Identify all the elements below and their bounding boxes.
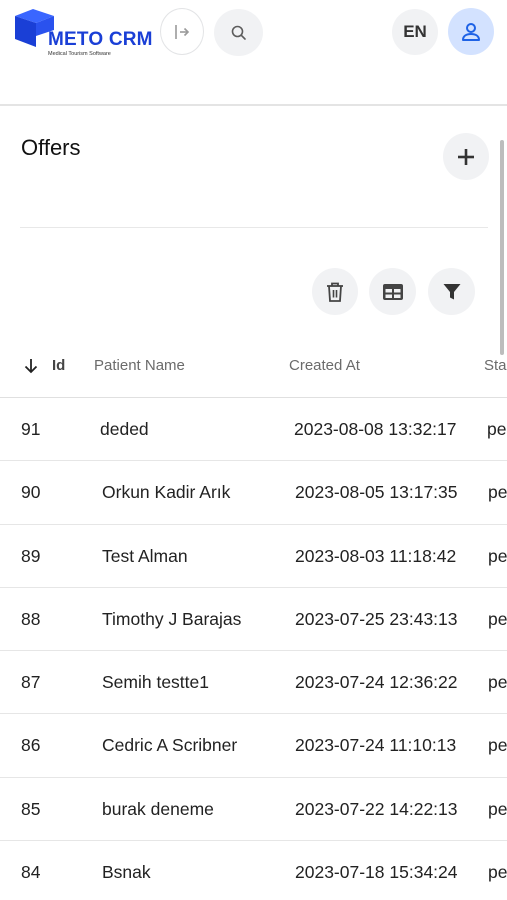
- columns-button[interactable]: [369, 268, 416, 315]
- cell-id: 85: [21, 798, 41, 819]
- table-row[interactable]: 89 Test Alman 2023-08-03 11:18:42 pe: [0, 525, 507, 588]
- language-label: EN: [403, 22, 427, 41]
- scrollbar[interactable]: [500, 140, 504, 355]
- table-row[interactable]: 87 Semih testte1 2023-07-24 12:36:22 pe: [0, 651, 507, 715]
- cell-patient-name: deded: [100, 419, 149, 439]
- collapse-sidebar-button[interactable]: [160, 8, 204, 55]
- table-header: Id Patient Name Created At Sta: [0, 335, 507, 398]
- delete-button[interactable]: [312, 268, 358, 315]
- cell-id: 88: [21, 608, 41, 629]
- table-row[interactable]: 86 Cedric A Scribner 2023-07-24 11:10:13…: [0, 714, 507, 778]
- cell-status: pe: [488, 608, 507, 629]
- filter-button[interactable]: [428, 268, 475, 315]
- cell-patient-name: Cedric A Scribner: [102, 735, 238, 756]
- column-header-created-at[interactable]: Created At: [289, 357, 360, 374]
- table-body: 91 deded 2023-08-08 13:32:17 pe 90 Orkun…: [0, 398, 507, 900]
- cell-id: 89: [21, 545, 41, 566]
- trash-icon: [327, 282, 343, 302]
- cell-created-at: 2023-07-24 12:36:22: [295, 672, 458, 693]
- cell-created-at: 2023-07-25 23:43:13: [295, 608, 458, 629]
- arrow-down-icon[interactable]: [22, 357, 40, 375]
- cell-created-at: 2023-07-22 14:22:13: [295, 798, 458, 819]
- cell-created-at: 2023-08-05 13:17:35: [295, 482, 458, 503]
- cell-status: pe: [488, 862, 507, 883]
- cell-patient-name: Orkun Kadir Arık: [102, 482, 231, 503]
- section-divider: [20, 227, 488, 228]
- column-header-patient-name[interactable]: Patient Name: [94, 357, 185, 374]
- cell-id: 87: [21, 672, 41, 693]
- column-header-id[interactable]: Id: [52, 357, 65, 374]
- logo[interactable]: METO CRM Medical Tourism Software: [12, 8, 154, 58]
- table-columns-icon: [382, 283, 403, 300]
- column-header-status[interactable]: Sta: [484, 357, 507, 374]
- cell-patient-name: Test Alman: [102, 545, 188, 566]
- cell-id: 90: [21, 482, 41, 503]
- cell-patient-name: Bsnak: [102, 862, 151, 883]
- cell-status: pe: [488, 798, 507, 819]
- table-row[interactable]: 84 Bsnak 2023-07-18 15:34:24 pe: [0, 841, 507, 900]
- plus-icon: [458, 148, 474, 165]
- cell-patient-name: burak deneme: [102, 798, 214, 819]
- cell-patient-name: Timothy J Barajas: [102, 608, 242, 629]
- page-title: Offers: [21, 135, 81, 160]
- app-header: METO CRM Medical Tourism Software EN: [0, 0, 507, 106]
- search-button[interactable]: [214, 9, 263, 56]
- cell-status: pe: [488, 735, 507, 756]
- logo-subtitle: Medical Tourism Software: [48, 51, 111, 57]
- cell-created-at: 2023-08-03 11:18:42: [295, 545, 457, 566]
- table-row[interactable]: 90 Orkun Kadir Arık 2023-08-05 13:17:35 …: [0, 461, 507, 525]
- cell-created-at: 2023-07-24 11:10:13: [295, 735, 457, 756]
- cell-id: 84: [21, 862, 41, 883]
- cell-patient-name: Semih testte1: [102, 672, 209, 693]
- table-row[interactable]: 85 burak deneme 2023-07-22 14:22:13 pe: [0, 778, 507, 842]
- cell-id: 86: [21, 735, 41, 756]
- cell-created-at: 2023-08-08 13:32:17: [294, 419, 457, 439]
- user-icon: [462, 22, 480, 41]
- cell-created-at: 2023-07-18 15:34:24: [295, 862, 458, 883]
- filter-icon: [443, 283, 460, 299]
- cell-status: pe: [488, 482, 507, 503]
- search-icon: [231, 25, 246, 40]
- language-button[interactable]: EN: [392, 9, 438, 55]
- table-row[interactable]: 88 Timothy J Barajas 2023-07-25 23:43:13…: [0, 588, 507, 652]
- user-menu-button[interactable]: [448, 8, 494, 55]
- cell-status: pe: [488, 545, 507, 566]
- cell-status: pe: [487, 419, 507, 439]
- add-offer-button[interactable]: [443, 133, 489, 180]
- cell-status: pe: [488, 672, 507, 693]
- cell-id: 91: [21, 419, 41, 439]
- logo-title: METO CRM: [48, 29, 153, 50]
- collapse-sidebar-icon: [175, 24, 190, 39]
- table-row[interactable]: 91 deded 2023-08-08 13:32:17 pe: [0, 398, 507, 462]
